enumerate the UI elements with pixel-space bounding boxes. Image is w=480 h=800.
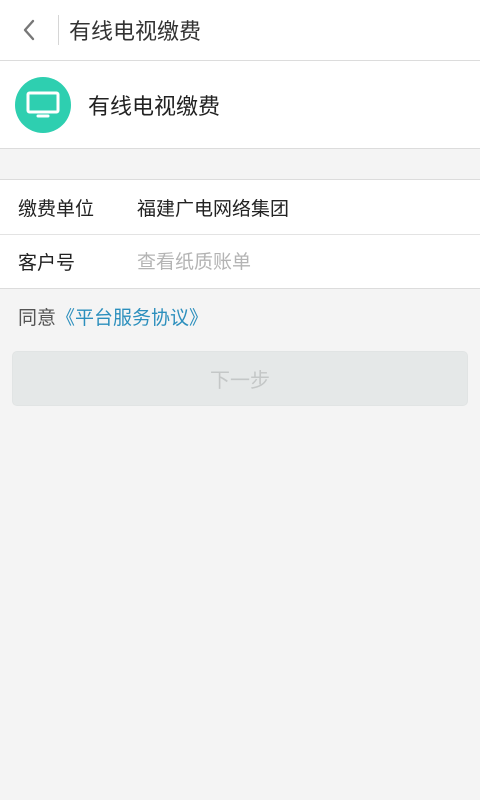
account-number-row: 客户号 [0,234,480,288]
account-number-input[interactable] [137,241,480,282]
service-icon-badge [15,76,71,133]
service-header: 有线电视缴费 [0,61,480,149]
service-title: 有线电视缴费 [88,94,221,120]
payment-unit-row[interactable]: 缴费单位 福建广电网络集团 [0,180,480,234]
agreement-line: 同意 《平台服务协议》 [0,289,480,344]
page-title: 有线电视缴费 [69,20,202,45]
tv-icon [26,91,60,117]
payment-unit-value: 福建广电网络集团 [137,197,290,220]
title-divider [58,15,59,45]
back-button[interactable] [0,0,58,60]
payment-form: 缴费单位 福建广电网络集团 客户号 [0,179,480,289]
next-step-button[interactable]: 下一步 [12,351,468,406]
service-agreement-link[interactable]: 《平台服务协议》 [56,303,208,330]
account-number-label: 客户号 [18,252,76,274]
top-bar: 有线电视缴费 [0,0,480,61]
payment-unit-label: 缴费单位 [18,197,95,220]
agreement-prefix: 同意 [18,307,57,329]
chevron-left-icon [23,19,35,41]
